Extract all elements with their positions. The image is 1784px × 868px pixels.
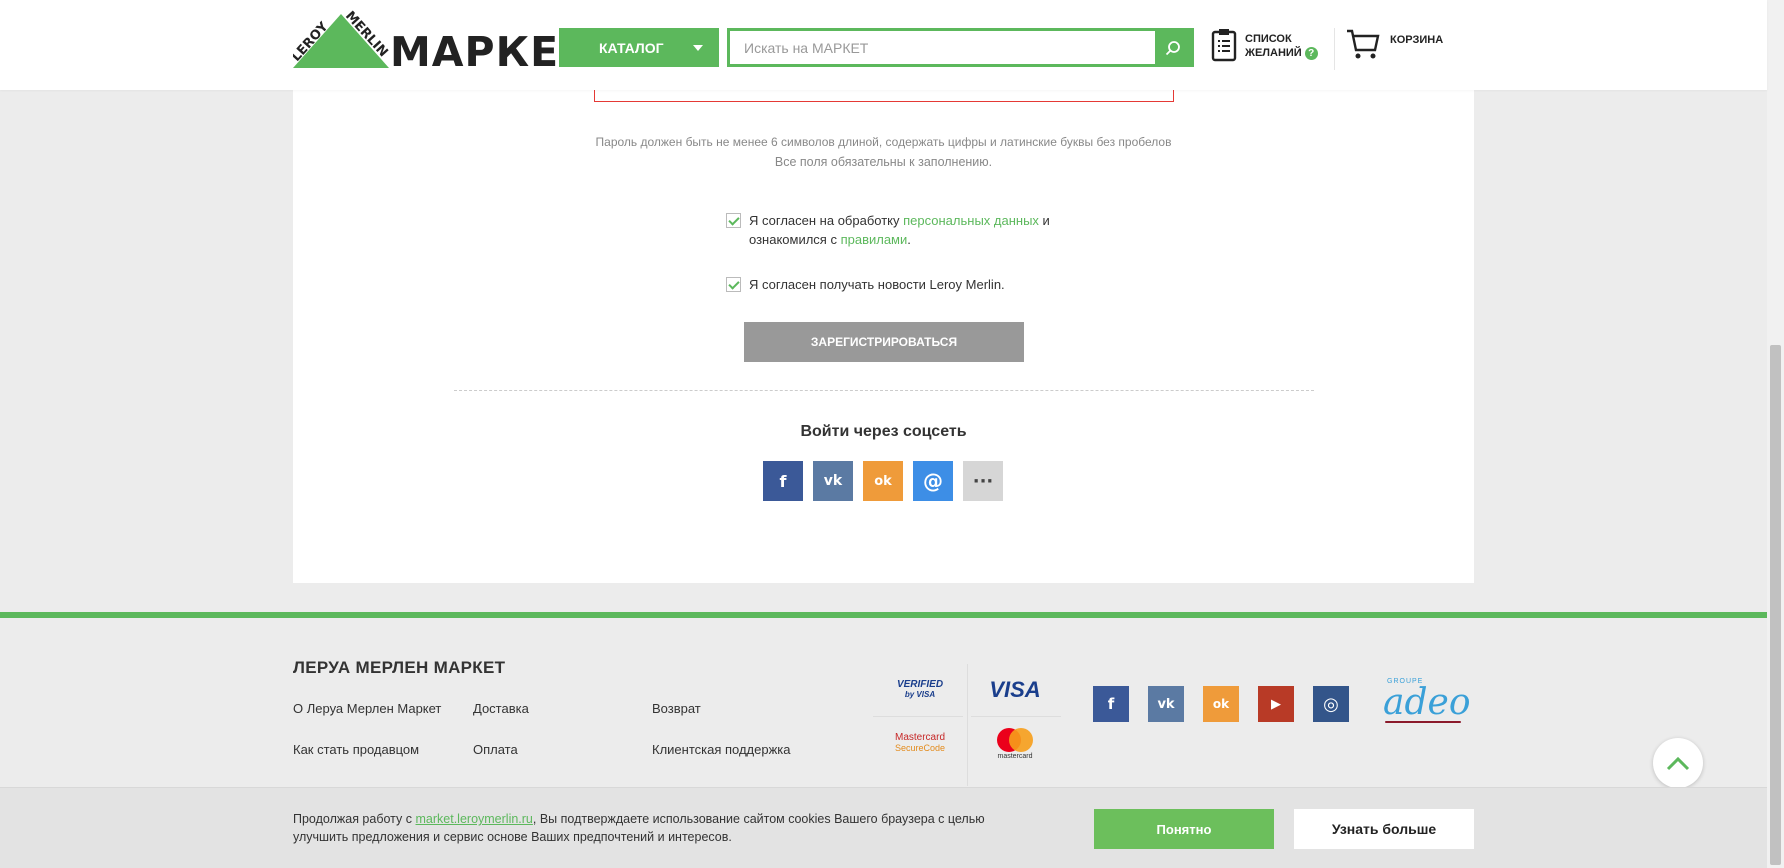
facebook-icon[interactable]: f (763, 461, 803, 501)
clipboard-icon (1211, 29, 1237, 62)
footer-link-about[interactable]: О Леруа Мерлен Маркет (293, 701, 441, 716)
social-login-buttons: f vk ok @ ··· (763, 461, 1003, 501)
vk-icon[interactable]: vk (1148, 686, 1184, 722)
rules-link[interactable]: правилами (841, 232, 908, 247)
chevron-down-icon (693, 45, 703, 51)
cart-label: КОРЗИНА (1390, 34, 1444, 46)
adeo-logo[interactable]: GROUPE adeo (1383, 678, 1471, 723)
footer-link-delivery[interactable]: Доставка (473, 701, 529, 716)
footer-link-return[interactable]: Возврат (652, 701, 701, 716)
consent-news: Я согласен получать новости Leroy Merlin… (726, 275, 1005, 294)
site-header: LEROY MERLIN МАРКЕТ КАТАЛОГ Искать на МА… (0, 0, 1767, 90)
logo[interactable]: LEROY MERLIN МАРКЕТ (289, 9, 587, 76)
more-icon[interactable]: ··· (963, 461, 1003, 501)
catalog-button[interactable]: КАТАЛОГ (559, 28, 719, 67)
cookie-banner: Продолжая работу с market.leroymerlin.ru… (0, 787, 1767, 868)
mastercard-circles-icon (997, 727, 1033, 752)
youtube-icon[interactable]: ▶ (1258, 686, 1294, 722)
consent-personal-data: Я согласен на обработку персональных дан… (726, 211, 1050, 249)
register-button[interactable]: ЗАРЕГИСТРИРОВАТЬСЯ (744, 322, 1024, 362)
cookie-text: Продолжая работу с market.leroymerlin.ru… (293, 812, 985, 844)
logo-mark-icon: LEROY MERLIN (289, 9, 391, 68)
divider (454, 390, 1314, 391)
consent-personal-data-text: Я согласен на обработку персональных дан… (749, 213, 1050, 247)
mailru-icon[interactable]: @ (913, 461, 953, 501)
footer-accent-line (0, 612, 1767, 618)
scroll-to-top-button[interactable] (1653, 738, 1703, 788)
mastercard-securecode-logo: Mastercard SecureCode (894, 732, 946, 753)
mastercard-logo: mastercard (968, 717, 1062, 769)
header-divider (1334, 28, 1335, 70)
odnoklassniki-icon[interactable]: ok (863, 461, 903, 501)
search-bar (727, 28, 1194, 67)
personal-data-link[interactable]: персональных данных (903, 213, 1039, 228)
social-login-title: Войти через соцсеть (800, 423, 967, 440)
required-note: Все поля обязательны к заполнению. (774, 155, 993, 169)
consent-personal-data-checkbox[interactable] (726, 213, 741, 228)
site-link[interactable]: market.leroymerlin.ru (416, 812, 533, 826)
footer-link-payment[interactable]: Оплата (473, 742, 518, 757)
footer-link-support[interactable]: Клиентская поддержка (652, 742, 791, 757)
payment-logos: VERIFIED by VISA VISA Mastercard SecureC… (873, 664, 1061, 786)
help-icon[interactable]: ? (1304, 47, 1318, 60)
verified-by-visa-logo: VERIFIED by VISA (896, 679, 944, 700)
consent-news-checkbox[interactable] (726, 277, 741, 292)
search-input[interactable] (730, 31, 1155, 64)
instagram-icon[interactable]: ◎ (1313, 686, 1349, 722)
vk-icon[interactable]: vk (813, 461, 853, 501)
wishlist-link[interactable]: СПИСОК ЖЕЛАНИЙ? (1211, 28, 1318, 62)
catalog-label: КАТАЛОГ (599, 39, 664, 56)
cart-icon (1347, 29, 1380, 59)
scrollbar-thumb[interactable] (1770, 345, 1781, 865)
password-hint: Пароль должен быть не менее 6 символов д… (595, 135, 1172, 149)
odnoklassniki-icon[interactable]: ok (1203, 686, 1239, 722)
search-button[interactable] (1155, 31, 1191, 64)
search-icon (1165, 40, 1180, 55)
facebook-icon[interactable]: f (1093, 686, 1129, 722)
cookie-accept-button[interactable]: Понятно (1094, 809, 1274, 849)
footer-link-seller[interactable]: Как стать продавцом (293, 742, 419, 757)
wishlist-label: СПИСОК ЖЕЛАНИЙ? (1245, 32, 1318, 60)
visa-logo: VISA (989, 677, 1041, 702)
cookie-learn-more-button[interactable]: Узнать больше (1294, 809, 1474, 849)
consent-news-text: Я согласен получать новости Leroy Merlin… (749, 277, 1005, 292)
cart-link[interactable]: КОРЗИНА (1346, 28, 1443, 60)
footer-title: ЛЕРУА МЕРЛЕН МАРКЕТ (293, 658, 506, 677)
chevron-up-icon (1666, 756, 1690, 771)
